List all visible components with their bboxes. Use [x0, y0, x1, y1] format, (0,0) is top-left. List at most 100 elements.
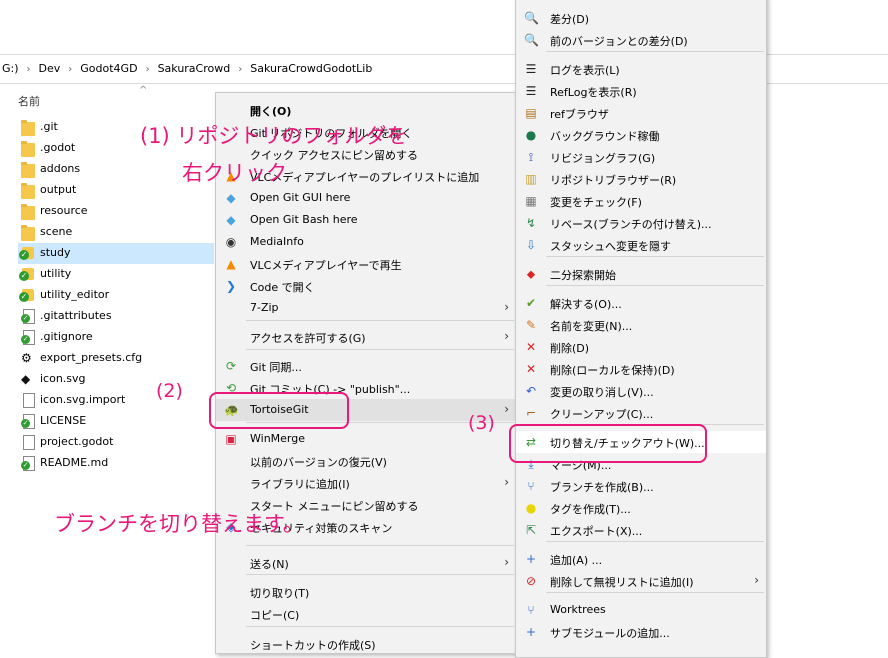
menu-item-label: 変更の取り消し(V)...	[550, 386, 654, 399]
file-row[interactable]: ✓ study	[18, 243, 214, 264]
add-icon: +	[525, 625, 537, 639]
chevron-right-icon: ›	[504, 402, 509, 416]
cleanup-icon: ⌐	[525, 406, 537, 420]
menu-item[interactable]: ❯ Code で開く	[216, 275, 516, 297]
file-name: .godot	[40, 141, 76, 154]
file-row[interactable]: resource	[18, 201, 214, 222]
ignore-icon: ⊘	[525, 574, 537, 588]
menu-item[interactable]: ☰ RefLogを表示(R)	[516, 80, 766, 102]
menu-item[interactable]: ⌐ クリーンアップ(C)...	[516, 402, 766, 424]
file-name: study	[40, 246, 71, 259]
menu-item[interactable]: ⑂ Worktrees	[516, 599, 766, 621]
menu-item[interactable]: ◉ MediaInfo	[216, 231, 516, 253]
menu-item[interactable]: + サブモジュールの追加...	[516, 621, 766, 643]
menu-item[interactable]: 開く(O)	[216, 99, 516, 121]
menu-item[interactable]: ▦ 変更をチェック(F)	[516, 190, 766, 212]
menu-item-label: 追加(A) ...	[550, 554, 603, 567]
menu-item[interactable]: ▤ refブラウザ	[516, 102, 766, 124]
menu-item[interactable]: ショートカットの作成(S)	[216, 633, 516, 655]
file-row[interactable]: ◆ icon.svg	[18, 369, 214, 390]
file-row[interactable]: icon.svg.import	[18, 390, 214, 411]
menu-item[interactable]: 切り取り(T)	[216, 581, 516, 603]
revert-icon: ↶	[525, 384, 537, 398]
breadcrumb-item[interactable]: Dev	[39, 62, 61, 75]
menu-item[interactable]: ▥ リポジトリブラウザー(R)	[516, 168, 766, 190]
menu-item-label: タグを作成(T)...	[550, 503, 631, 516]
breadcrumb-item[interactable]: SakuraCrowdGodotLib	[250, 62, 372, 75]
rename-icon: ✎	[525, 318, 537, 332]
menu-item[interactable]: コピー(C)	[216, 603, 516, 625]
menu-item[interactable]: ✕ 削除(ローカルを保持)(D)	[516, 358, 766, 380]
menu-item[interactable]: ✕ 削除(D)	[516, 336, 766, 358]
check-changes-icon: ▦	[525, 194, 537, 208]
column-header-name[interactable]: 名前	[18, 93, 40, 109]
breadcrumb: G:) › Dev › Godot4GD › SakuraCrowd › SakuraCrowd…	[2, 62, 372, 75]
file-row[interactable]: ✓ .gitignore	[18, 327, 214, 348]
menu-item[interactable]: ⇱ エクスポート(X)...	[516, 519, 766, 541]
menu-item[interactable]: ● バックグラウンド稼働	[516, 124, 766, 146]
menu-item[interactable]: 以前のバージョンの復元(V)	[216, 450, 516, 472]
file-row[interactable]: project.godot	[18, 432, 214, 453]
menu-item[interactable]: ⊘ 削除して無視リストに追加(I) ›	[516, 570, 766, 592]
file-name: icon.svg	[40, 372, 86, 385]
menu-item[interactable]: ⟳ Git 同期...	[216, 355, 516, 377]
menu-item[interactable]: 送る(N) ›	[216, 552, 516, 574]
menu-item[interactable]: ↯ リベース(ブランチの付け替え)...	[516, 212, 766, 234]
chevron-right-icon: ›	[504, 555, 509, 569]
menu-item[interactable]: ⬥ 二分探索開始	[516, 263, 766, 285]
chevron-right-icon: ›	[504, 475, 509, 489]
diff-icon: 🔍	[524, 33, 539, 47]
file-row[interactable]: ✓ utility_editor	[18, 285, 214, 306]
file-row[interactable]: ✓ LICENSE	[18, 411, 214, 432]
bisect-icon: ⬥	[526, 267, 536, 281]
breadcrumb-item[interactable]: SakuraCrowd	[158, 62, 231, 75]
ref-browser-icon: ▤	[525, 106, 537, 120]
file-name: .git	[40, 120, 58, 133]
file-row[interactable]: ✓ .gitattributes	[18, 306, 214, 327]
menu-item[interactable]: ↶ 変更の取り消し(V)...	[516, 380, 766, 402]
menu-item-label: VLCメディアプレイヤーで再生	[250, 259, 402, 272]
menu-item[interactable]: ✎ 名前を変更(N)...	[516, 314, 766, 336]
menu-item[interactable]: アクセスを許可する(G) ›	[216, 326, 516, 348]
git-sync-icon: ⟳	[225, 359, 237, 373]
breadcrumb-item[interactable]: Godot4GD	[80, 62, 137, 75]
tortoisegit-submenu: 🔍 差分(D) 🔍 前のバージョンとの差分(D) ☰ ログを表示(L) ☰ RefLogを表示…	[515, 0, 767, 658]
menu-item-label: Code で開く	[250, 281, 315, 294]
menu-item-label: サブモジュールの追加...	[550, 627, 670, 640]
menu-item[interactable]: ◆ Open Git Bash here	[216, 209, 516, 231]
menu-item[interactable]: ⟟ リビジョングラフ(G)	[516, 146, 766, 168]
menu-item[interactable]: ✔ 解決する(O)...	[516, 292, 766, 314]
menu-item[interactable]: ⑂ ブランチを作成(B)...	[516, 475, 766, 497]
log-icon: ☰	[525, 62, 537, 76]
git-folder-ok-icon: ✓	[19, 268, 34, 281]
chevron-right-icon: ›	[26, 64, 31, 75]
annotation-step1-line2: 右クリック	[182, 161, 287, 185]
menu-item[interactable]: ◆ Open Git GUI here	[216, 187, 516, 209]
menu-item[interactable]: 🔍 前のバージョンとの差分(D)	[516, 29, 766, 51]
file-name: utility	[40, 267, 72, 280]
menu-separator	[246, 574, 514, 575]
file-name: output	[40, 183, 77, 196]
breadcrumb-item[interactable]: G:)	[2, 62, 19, 75]
export-icon: ⇱	[525, 523, 537, 537]
menu-item[interactable]: ライブラリに追加(I) ›	[216, 472, 516, 494]
menu-item-label: ログを表示(L)	[550, 64, 620, 77]
file-row[interactable]: ✓ README.md	[18, 453, 214, 474]
menu-item-label: クリーンアップ(C)...	[550, 408, 654, 421]
menu-item[interactable]: 🔍 差分(D)	[516, 7, 766, 29]
menu-item[interactable]: ● タグを作成(T)...	[516, 497, 766, 519]
file-row[interactable]: ✓ utility	[18, 264, 214, 285]
menu-item[interactable]: ☰ ログを表示(L)	[516, 58, 766, 80]
chevron-right-icon: ›	[145, 64, 150, 75]
repo-browser-icon: ▥	[525, 172, 537, 186]
menu-item[interactable]: + 追加(A) ...	[516, 548, 766, 570]
menu-item-label: 削除(D)	[550, 342, 590, 355]
menu-item[interactable]: ⇩ スタッシュへ変更を隠す	[516, 234, 766, 256]
menu-item[interactable]: 7-Zip ›	[216, 297, 516, 319]
file-row[interactable]: ⚙ export_presets.cfg	[18, 348, 214, 369]
winmerge-icon: ▣	[225, 432, 237, 446]
menu-item[interactable]: ▲ VLCメディアプレイヤーで再生	[216, 253, 516, 275]
menu-item-label: 7-Zip	[250, 301, 279, 314]
chevron-right-icon: ›	[68, 64, 73, 75]
file-row[interactable]: scene	[18, 222, 214, 243]
